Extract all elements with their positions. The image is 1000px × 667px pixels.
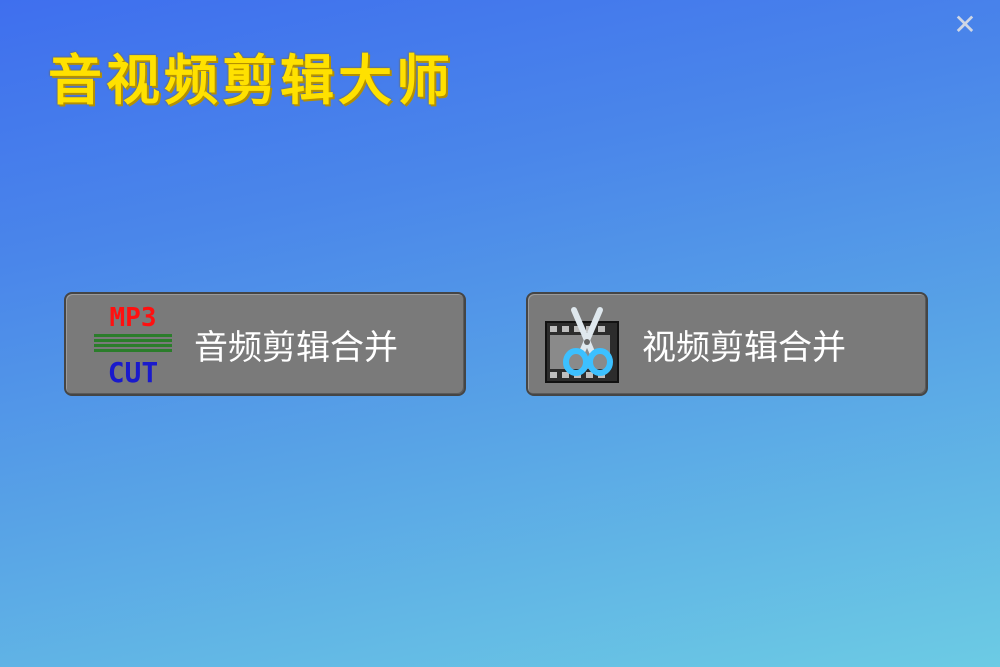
audio-button-label: 音频剪辑合并 xyxy=(194,327,398,368)
close-icon[interactable]: ✕ xyxy=(952,11,978,39)
cut-icon-text: CUT xyxy=(108,356,159,388)
mp3-icon-text: MP3 xyxy=(110,303,157,333)
app-title: 音视频剪辑大师 xyxy=(48,48,454,112)
video-button-label: 视频剪辑合并 xyxy=(642,327,846,368)
mp3-cut-icon: MP3 CUT xyxy=(94,303,172,388)
video-edit-merge-button[interactable]: 视频剪辑合并 xyxy=(526,292,928,396)
audio-edit-merge-button[interactable]: MP3 CUT 音频剪辑合并 xyxy=(64,292,466,396)
film-scissors-icon xyxy=(545,307,619,383)
app-window: ✕ 音视频剪辑大师 MP3 CUT 音频剪辑合并 视频剪辑合并 xyxy=(0,0,1000,667)
